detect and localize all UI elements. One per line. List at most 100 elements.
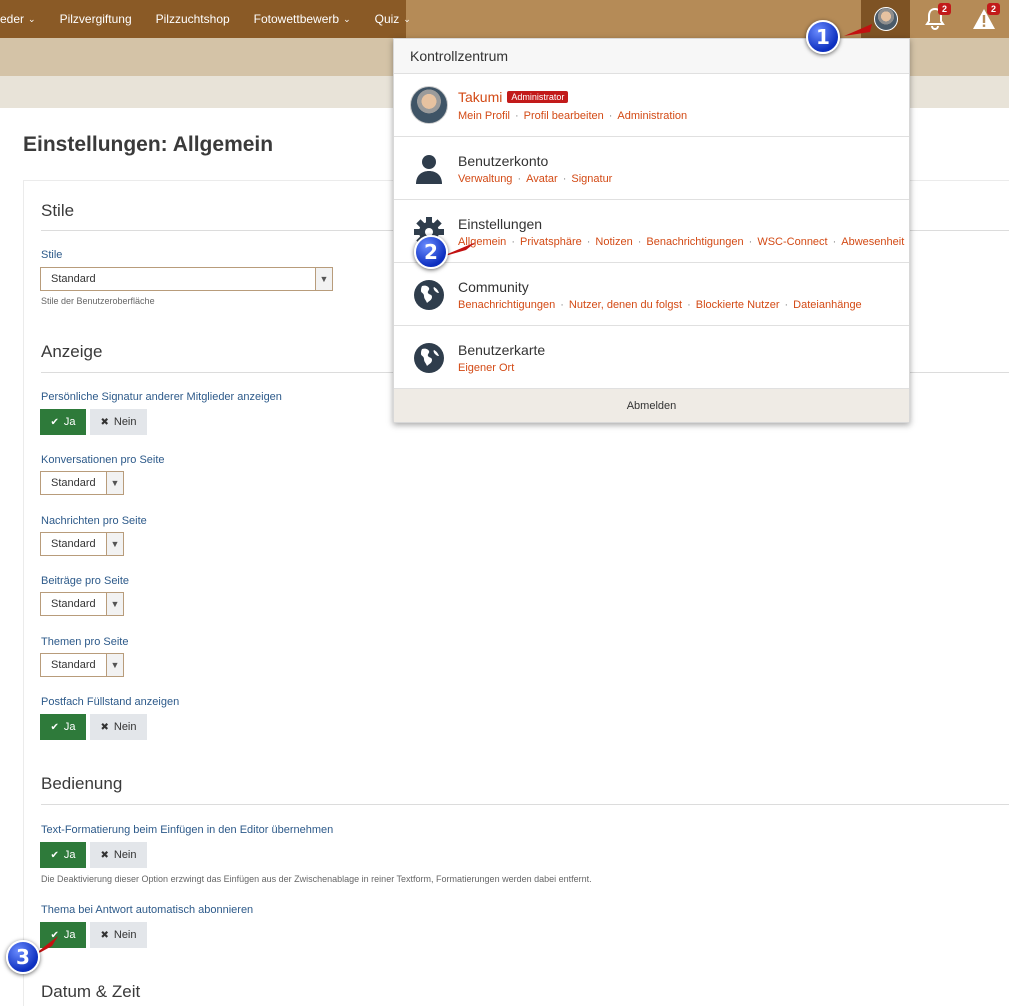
section-title-stile: Stile — [41, 201, 75, 220]
section-title-anzeige: Anzeige — [41, 342, 103, 361]
link-community-benachrichtigungen[interactable]: Benachrichtigungen — [458, 299, 555, 311]
close-icon: ✖ — [100, 929, 109, 941]
top-navigation: eder ⌄ Pilzvergiftung Pilzzuchtshop Fotow… — [0, 0, 1009, 38]
field-label-signatur: Persönliche Signatur anderer Mitglieder … — [41, 391, 282, 403]
link-allgemein[interactable]: Allgemein — [458, 236, 506, 248]
close-icon: ✖ — [100, 721, 109, 733]
textformat-no-button[interactable]: ✖ Nein — [90, 842, 147, 868]
dropdown-konto-row: Benutzerkonto Verwaltung · Avatar · Signatur — [394, 137, 909, 200]
link-abwesenheit[interactable]: Abwesenheit — [841, 236, 904, 248]
annotation-marker-1: 1 — [806, 20, 840, 54]
community-title: Community — [458, 279, 529, 295]
field-label-textformat: Text-Formatierung beim Einfügen in den E… — [41, 824, 334, 836]
nav-item-pilzzuchtshop[interactable]: Pilzzuchtshop — [144, 0, 242, 38]
beitraege-select[interactable]: Standard ▼ — [40, 592, 124, 616]
divider — [41, 804, 1009, 805]
konto-links: Verwaltung · Avatar · Signatur — [458, 173, 613, 185]
check-icon: ✔ — [50, 721, 59, 733]
chevron-down-icon: ▼ — [315, 268, 332, 290]
check-icon: ✔ — [50, 929, 59, 941]
close-icon: ✖ — [100, 416, 109, 428]
postfach-no-button[interactable]: ✖ Nein — [90, 714, 147, 740]
dropdown-karte-row: Benutzerkarte Eigener Ort — [394, 326, 909, 389]
field-label-themen: Themen pro Seite — [41, 636, 129, 648]
user-row-title: Takumi Administrator — [458, 89, 569, 105]
chevron-down-icon: ▼ — [106, 593, 123, 615]
user-name-link[interactable]: Takumi — [458, 89, 502, 105]
konto-title: Benutzerkonto — [458, 153, 549, 169]
link-wsc-connect[interactable]: WSC-Connect — [757, 236, 827, 248]
chevron-down-icon: ▼ — [106, 472, 123, 494]
signatur-no-button[interactable]: ✖ Nein — [90, 409, 147, 435]
link-eigener-ort[interactable]: Eigener Ort — [458, 362, 514, 374]
einstellungen-title: Einstellungen — [458, 216, 543, 232]
field-label-abonnieren: Thema bei Antwort automatisch abonnieren — [41, 904, 254, 916]
avatar — [873, 7, 898, 31]
link-blockierte-nutzer[interactable]: Blockierte Nutzer — [696, 299, 780, 311]
user-links: Mein Profil · Profil bearbeiten · Administra… — [458, 110, 688, 122]
field-label-konversationen: Konversationen pro Seite — [41, 454, 165, 466]
field-label-postfach: Postfach Füllstand anzeigen — [41, 696, 180, 708]
abonnieren-yes-button[interactable]: ✔ Ja — [40, 922, 86, 948]
community-links: Benachrichtigungen · Nutzer, denen du folg… — [458, 299, 862, 311]
annotation-marker-2: 2 — [414, 235, 448, 269]
section-title-bedienung: Bedienung — [41, 774, 123, 793]
user-menu-button[interactable] — [861, 0, 910, 38]
field-label-beitraege: Beiträge pro Seite — [41, 575, 130, 587]
notifications-button[interactable]: 2 — [910, 0, 959, 38]
textformat-yes-button[interactable]: ✔ Ja — [40, 842, 86, 868]
nachrichten-select[interactable]: Standard ▼ — [40, 532, 124, 556]
link-verwaltung[interactable]: Verwaltung — [458, 173, 512, 185]
karte-title: Benutzerkarte — [458, 342, 546, 358]
link-signatur[interactable]: Signatur — [571, 173, 612, 185]
link-profil-bearbeiten[interactable]: Profil bearbeiten — [524, 110, 604, 122]
chevron-down-icon: ▼ — [106, 533, 123, 555]
field-label-nachrichten: Nachrichten pro Seite — [41, 515, 147, 527]
link-mein-profil[interactable]: Mein Profil — [458, 110, 510, 122]
link-notizen[interactable]: Notizen — [595, 236, 632, 248]
nav-item-fotowettbewerb[interactable]: Fotowettbewerb ⌄ — [242, 0, 363, 38]
avatar[interactable] — [410, 86, 448, 124]
link-avatar[interactable]: Avatar — [526, 173, 558, 185]
nav-item-quiz[interactable]: Quiz ⌄ — [363, 0, 423, 38]
field-description: Die Deaktivierung dieser Option erzwingt… — [41, 874, 592, 884]
style-select[interactable]: Standard ▼ — [40, 267, 333, 291]
dropdown-einstellungen-row: Einstellungen Allgemein · Privatsphäre · Not… — [394, 200, 909, 263]
link-benachrichtigungen[interactable]: Benachrichtigungen — [646, 236, 743, 248]
themen-select[interactable]: Standard ▼ — [40, 653, 124, 677]
link-administration[interactable]: Administration — [617, 110, 687, 122]
field-description: Stile der Benutzeroberfläche — [41, 296, 155, 306]
karte-links: Eigener Ort — [458, 362, 514, 374]
einstellungen-links: Allgemein · Privatsphäre · Notizen · Benachric… — [458, 236, 905, 248]
moderation-alerts-button[interactable]: 2 — [959, 0, 1009, 38]
section-title-datum: Datum & Zeit — [41, 982, 141, 1001]
abonnieren-no-button[interactable]: ✖ Nein — [90, 922, 147, 948]
chevron-down-icon: ⌄ — [343, 13, 351, 24]
field-label-stile: Stile — [41, 249, 63, 261]
check-icon: ✔ — [50, 416, 59, 428]
link-folgst[interactable]: Nutzer, denen du folgst — [569, 299, 682, 311]
main-menu: eder ⌄ Pilzvergiftung Pilzzuchtshop Fotow… — [0, 0, 411, 38]
annotation-marker-3: 3 — [6, 940, 40, 974]
dropdown-user-row: Takumi Administrator Mein Profil · Profil b… — [394, 74, 909, 137]
chevron-down-icon: ⌄ — [28, 13, 36, 24]
link-dateianhaenge[interactable]: Dateianhänge — [793, 299, 862, 311]
signatur-yes-button[interactable]: ✔ Ja — [40, 409, 86, 435]
globe-icon — [414, 280, 444, 310]
nav-item-mitglieder[interactable]: eder ⌄ — [0, 0, 48, 38]
postfach-yes-button[interactable]: ✔ Ja — [40, 714, 86, 740]
close-icon: ✖ — [100, 849, 109, 861]
dropdown-community-row: Community Benachrichtigungen · Nutzer, den… — [394, 263, 909, 326]
check-icon: ✔ — [50, 849, 59, 861]
konversationen-select[interactable]: Standard ▼ — [40, 471, 124, 495]
user-icon — [416, 155, 442, 184]
control-center-dropdown: Kontrollzentrum Takumi Administrator Mein… — [393, 38, 910, 423]
logout-button[interactable]: Abmelden — [394, 389, 909, 422]
page-title: Einstellungen: Allgemein — [23, 133, 274, 156]
chevron-down-icon: ▼ — [106, 654, 123, 676]
alert-count-badge: 2 — [987, 3, 1000, 15]
link-privatsphaere[interactable]: Privatsphäre — [520, 236, 582, 248]
nav-item-pilzvergiftung[interactable]: Pilzvergiftung — [48, 0, 144, 38]
globe-icon — [414, 343, 444, 373]
chevron-down-icon: ⌄ — [403, 13, 411, 24]
